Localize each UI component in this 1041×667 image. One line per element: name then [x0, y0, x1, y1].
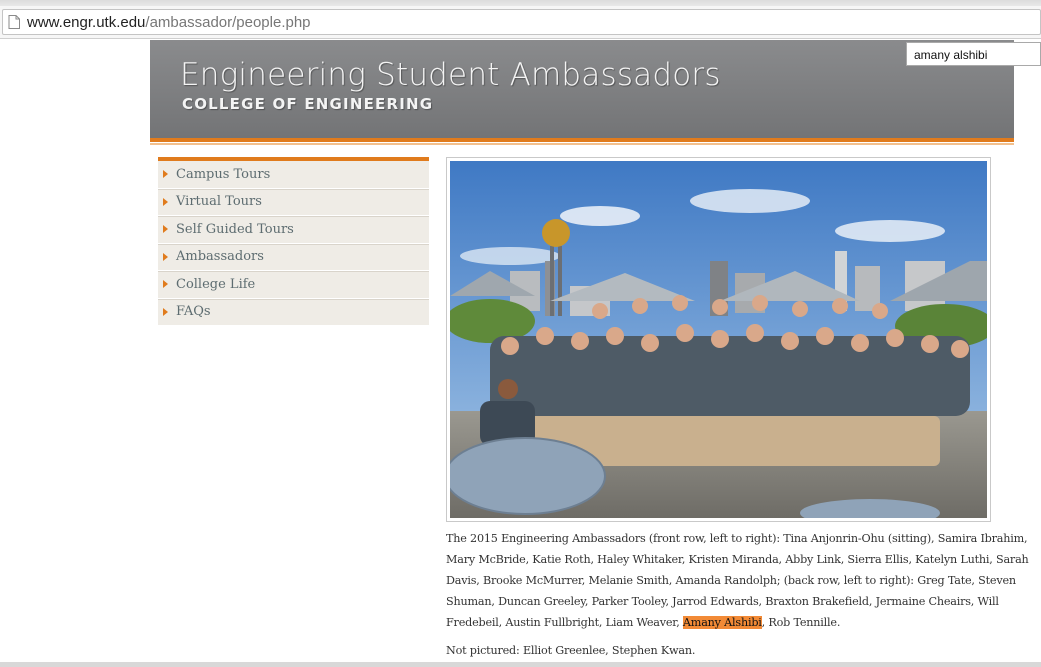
nav-item-college-life[interactable]: College Life — [158, 271, 429, 299]
arrow-right-icon — [163, 307, 168, 316]
nav-item-label: College Life — [176, 276, 256, 292]
caption-line: Davis, Brooke McMurrer, Melanie Smith, A… — [446, 574, 1016, 587]
header-accent-rule — [150, 138, 1014, 142]
find-in-page-input[interactable]: amany alshibi — [906, 42, 1041, 66]
nav-item-virtual-tours[interactable]: Virtual Tours — [158, 189, 429, 216]
nav-item-label: Self Guided Tours — [176, 221, 294, 237]
caption-line: Mary McBride, Katie Roth, Haley Whitaker… — [446, 553, 1029, 566]
url-path: /ambassador/people.php — [145, 13, 311, 31]
arrow-right-icon — [163, 280, 168, 289]
url-text: www.engr.utk.edu/ambassador/people.php — [27, 14, 311, 31]
caption-line: Shuman, Duncan Greeley, Parker Tooley, J… — [446, 595, 999, 608]
caption-text: , Rob Tennille. — [761, 616, 841, 629]
nav-item-self-guided-tours[interactable]: Self Guided Tours — [158, 216, 429, 244]
arrow-right-icon — [163, 197, 168, 206]
sidebar-nav: Campus Tours Virtual Tours Self Guided T… — [158, 157, 429, 326]
find-highlight: Amany Alshibi — [682, 616, 762, 629]
nav-item-label: FAQs — [176, 304, 211, 320]
photo-caption: The 2015 Engineering Ambassadors (front … — [446, 528, 1029, 661]
group-photo — [446, 157, 991, 522]
browser-bottom-edge — [0, 662, 1041, 667]
nav-item-faqs[interactable]: FAQs — [158, 299, 429, 326]
caption-paragraph: The 2015 Engineering Ambassadors (front … — [446, 528, 1029, 633]
nav-item-label: Ambassadors — [176, 249, 264, 265]
arrow-right-icon — [163, 225, 168, 234]
caption-text: Fredebeil, Austin Fullbright, Liam Weave… — [446, 616, 683, 629]
site-title: Engineering Student Ambassadors — [180, 57, 721, 93]
url-host: www.engr.utk.edu — [27, 13, 146, 31]
caption-line-last: Fredebeil, Austin Fullbright, Liam Weave… — [446, 612, 1002, 633]
nav-item-label: Virtual Tours — [176, 194, 262, 210]
site-header-banner: Engineering Student Ambassadors COLLEGE … — [150, 40, 1014, 138]
header-accent-rule-light — [150, 143, 1014, 145]
nav-item-campus-tours[interactable]: Campus Tours — [158, 161, 429, 189]
group-photo-image — [450, 161, 987, 518]
address-bar: www.engr.utk.edu/ambassador/people.php — [0, 6, 1041, 39]
arrow-right-icon — [163, 170, 168, 179]
nav-item-label: Campus Tours — [176, 166, 271, 182]
arrow-right-icon — [163, 252, 168, 261]
not-pictured-text: Not pictured: Elliot Greenlee, Stephen K… — [446, 644, 696, 657]
site-subtitle: COLLEGE OF ENGINEERING — [182, 95, 434, 113]
caption-line: The 2015 Engineering Ambassadors (front … — [446, 532, 1028, 545]
url-field[interactable]: www.engr.utk.edu/ambassador/people.php — [2, 9, 1041, 35]
page-icon — [8, 15, 20, 29]
nav-item-ambassadors[interactable]: Ambassadors — [158, 244, 429, 271]
